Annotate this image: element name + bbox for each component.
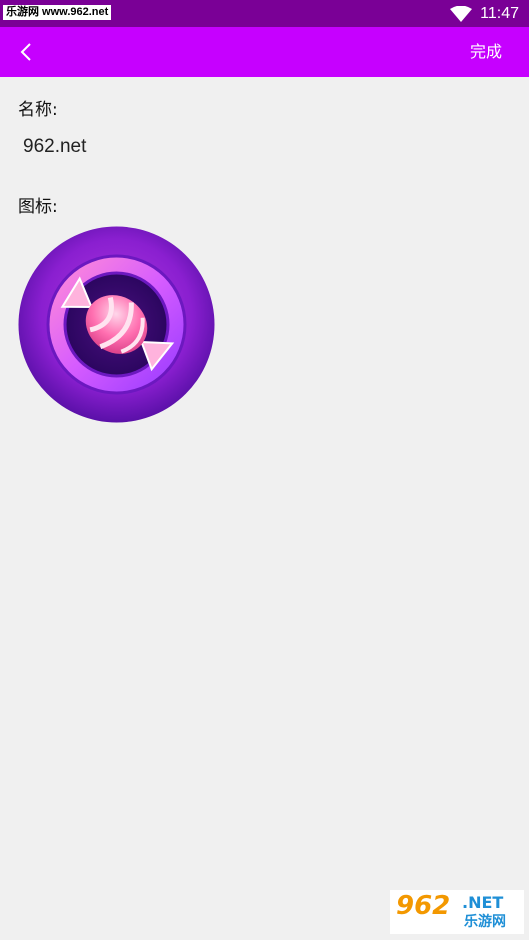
watermark-number: 962 [396,891,451,921]
back-button[interactable] [8,34,44,70]
watermark-brand: 乐游网 [464,914,506,930]
candy-icon [18,226,215,423]
chevron-left-icon [20,43,31,61]
status-bar: 乐游网 www.962.net 11:47 [0,0,529,27]
app-icon[interactable] [18,226,215,423]
done-button[interactable]: 完成 [470,39,502,65]
wifi-icon [450,6,472,22]
icon-label: 图标: [18,197,58,217]
nav-bar: 完成 [0,27,529,77]
watermark-net: .NET [462,893,504,912]
name-label: 名称: [18,100,58,120]
watermark-logo: 962 .NET 乐游网 [390,890,524,934]
name-value: 962.net [23,136,87,157]
watermark-tag: 乐游网 www.962.net [3,5,112,20]
status-time: 11:47 [480,5,519,22]
